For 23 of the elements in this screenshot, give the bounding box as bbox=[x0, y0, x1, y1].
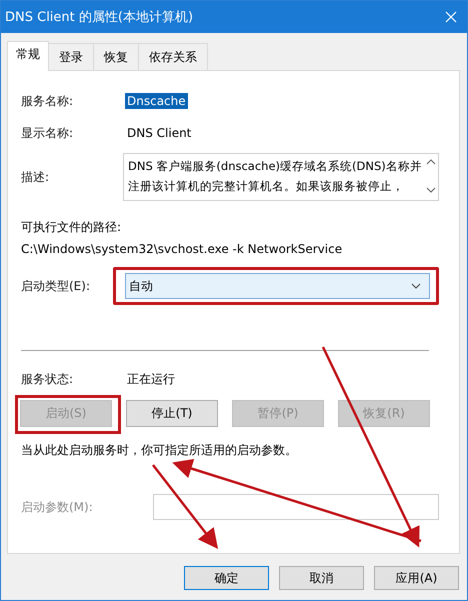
display-name-value: DNS Client bbox=[126, 125, 192, 141]
window-title: DNS Client 的属性(本地计算机) bbox=[5, 9, 194, 26]
hint-text: 当从此处启动服务时，你可指定所适用的启动参数。 bbox=[21, 442, 298, 459]
field-label: 描述: bbox=[21, 168, 50, 186]
field-label: 可执行文件的路径: bbox=[21, 219, 122, 236]
description-box[interactable]: DNS 客户端服务(dnscache)缓存域名系统(DNS)名称并注册该计算机的完整计算机名。如果该服务被停止， bbox=[123, 153, 439, 201]
field-label: 启动类型(E): bbox=[21, 278, 91, 294]
service-button[interactable]: 停止(T) bbox=[126, 400, 218, 427]
close-icon[interactable] bbox=[445, 11, 457, 23]
field-label: 显示名称: bbox=[21, 124, 74, 142]
service-status-value: 正在运行 bbox=[126, 370, 176, 388]
tab[interactable]: 常规 bbox=[7, 41, 49, 71]
tab[interactable]: 依存关系 bbox=[138, 43, 208, 71]
field-label: 启动参数(M): bbox=[21, 498, 94, 516]
chevron-down-icon bbox=[411, 283, 421, 289]
field-label: 服务名称: bbox=[21, 92, 74, 110]
executable-path-value: C:\Windows\system32\svchost.exe -k NetworkService bbox=[21, 242, 344, 256]
dialog-button[interactable]: 取消 bbox=[279, 566, 364, 590]
startup-type-dropdown[interactable]: 自动 bbox=[125, 273, 430, 299]
dialog-button[interactable]: 确定 bbox=[184, 566, 269, 590]
field-label: 服务状态: bbox=[21, 370, 74, 388]
service-name-value: Dnscache bbox=[125, 93, 188, 109]
dialog-button[interactable]: 应用(A) bbox=[374, 566, 459, 590]
